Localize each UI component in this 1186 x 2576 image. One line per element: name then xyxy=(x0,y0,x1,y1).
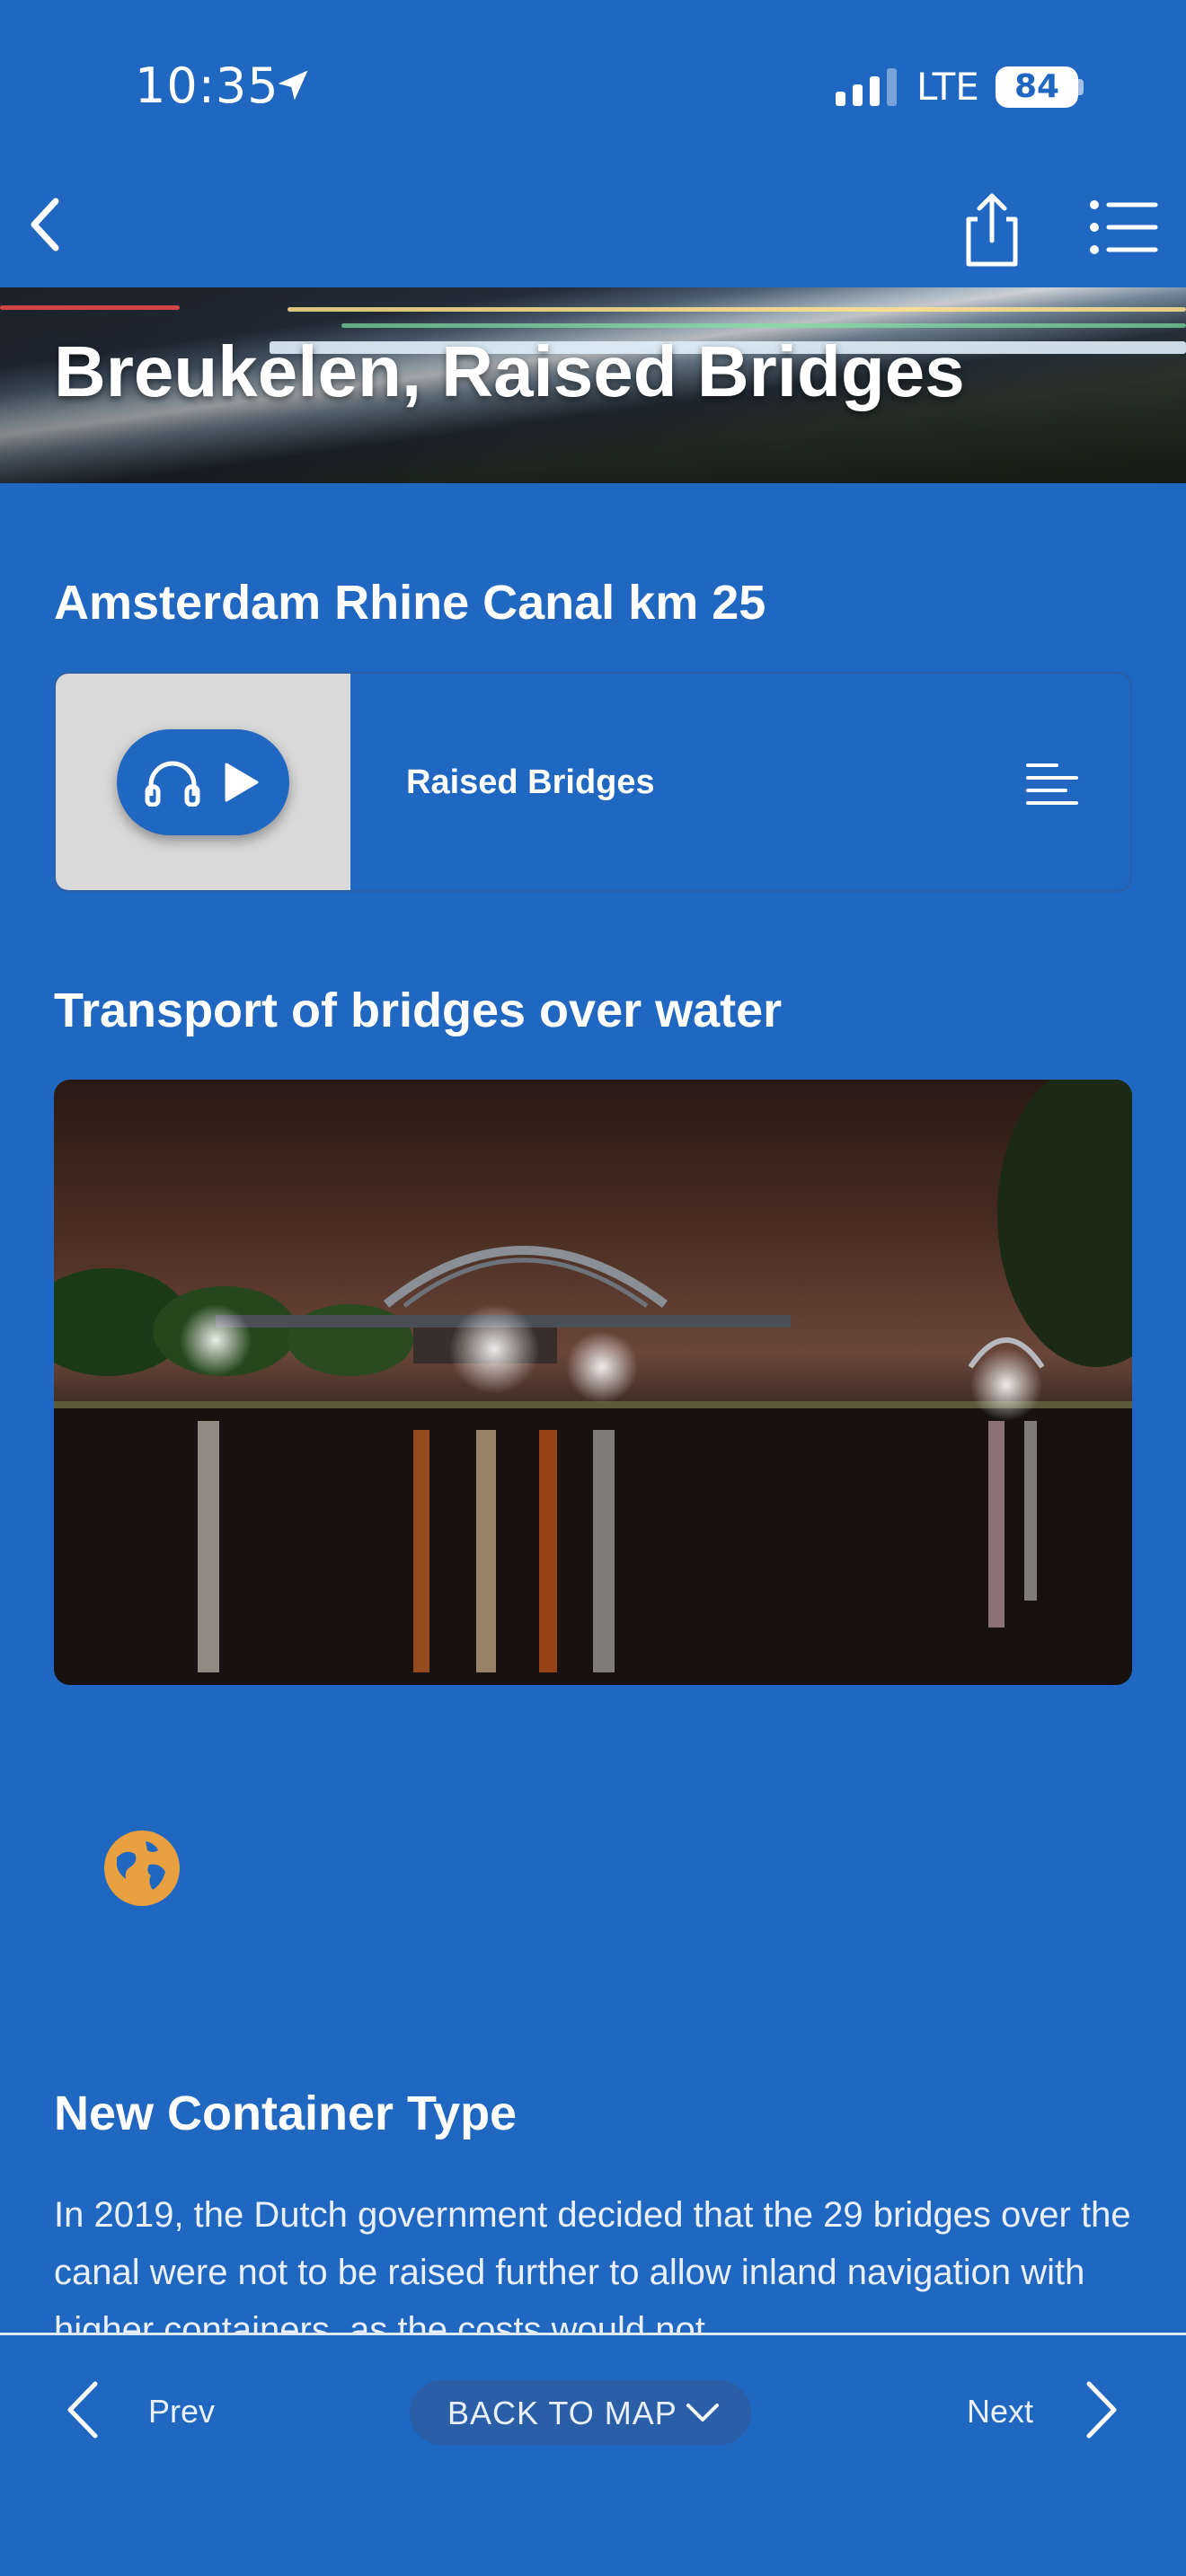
prev-button[interactable]: Prev xyxy=(148,2393,215,2430)
text-lines-icon[interactable] xyxy=(1026,762,1080,807)
globe-icon[interactable] xyxy=(104,1831,180,1906)
location-arrow-icon xyxy=(278,70,308,101)
audio-card[interactable]: Raised Bridges xyxy=(54,672,1132,892)
share-icon[interactable] xyxy=(956,189,1028,269)
audio-thumbnail xyxy=(56,674,350,890)
play-icon xyxy=(225,763,259,802)
battery-nub xyxy=(1078,79,1084,95)
light-streak xyxy=(288,307,1186,312)
status-time: 10:35 xyxy=(135,57,279,114)
bridge-night-image xyxy=(54,1080,1132,1685)
location-heading: Amsterdam Rhine Canal km 25 xyxy=(54,576,766,630)
chevron-left-icon[interactable] xyxy=(63,2378,102,2441)
container-section-heading: New Container Type xyxy=(54,2086,518,2140)
hero-banner: Breukelen, Raised Bridges xyxy=(0,287,1186,483)
light-streak xyxy=(0,305,180,310)
play-audio-button[interactable] xyxy=(117,729,289,835)
back-to-map-button[interactable]: BACK TO MAP xyxy=(410,2380,751,2445)
headphones-icon xyxy=(145,761,200,807)
battery-indicator: 84 xyxy=(996,66,1078,108)
next-button[interactable]: Next xyxy=(967,2393,1033,2430)
chevron-left-icon[interactable] xyxy=(18,189,81,260)
bottom-navigation-bar: Prev BACK TO MAP Next xyxy=(0,2333,1186,2576)
back-to-map-label: BACK TO MAP xyxy=(447,2395,677,2431)
light-streak xyxy=(341,323,1186,328)
audio-title: Raised Bridges xyxy=(406,763,655,801)
bridge-photo[interactable] xyxy=(54,1080,1132,1685)
status-bar: 10:35 LTE 84 xyxy=(0,0,1186,171)
network-type: LTE xyxy=(916,65,979,109)
chevron-down-icon xyxy=(686,2404,719,2422)
signal-icon xyxy=(836,68,897,106)
photo-section-heading: Transport of bridges over water xyxy=(54,984,783,1037)
page-title: Breukelen, Raised Bridges xyxy=(54,331,965,411)
chevron-right-icon[interactable] xyxy=(1082,2378,1121,2441)
list-icon[interactable] xyxy=(1087,196,1159,259)
